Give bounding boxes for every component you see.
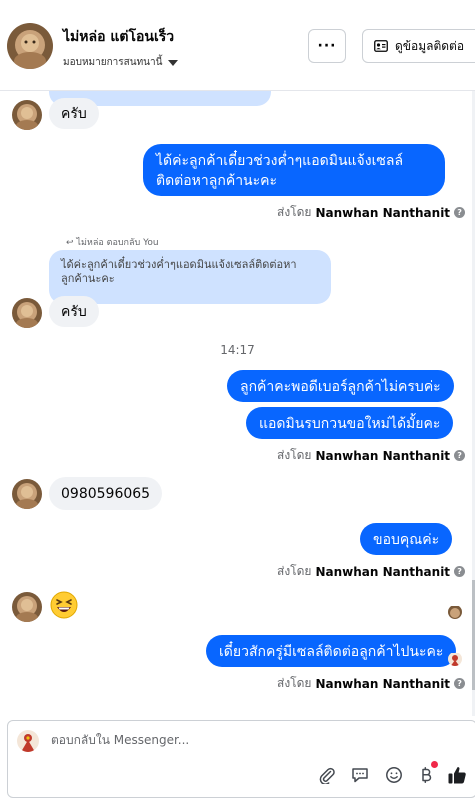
- sent-by-prefix: ส่งโดย: [277, 448, 312, 462]
- reply-indicator: ↩ ไม่หล่อ ตอบกลับ You: [66, 235, 159, 249]
- info-icon[interactable]: ?: [454, 450, 466, 461]
- quoted-message[interactable]: ได้ค่ะลูกค้าเดี๋ยวช่วงค่ำๆแอดมินแจ้งเซลล…: [49, 250, 331, 304]
- caret-down-icon: [168, 59, 179, 66]
- incoming-message[interactable]: 0980596065: [49, 477, 163, 510]
- incoming-message[interactable]: ครับ: [49, 98, 99, 129]
- sender-avatar[interactable]: [12, 592, 42, 622]
- sent-by-prefix: ส่งโดย: [277, 564, 312, 578]
- info-icon[interactable]: ?: [454, 207, 466, 218]
- sender-avatar[interactable]: [12, 479, 42, 509]
- read-receipt-avatar: [448, 605, 462, 619]
- sent-by-label: ส่งโดย Nanwhan Nanthanit ?: [277, 674, 466, 693]
- assign-label: มอบหมายการสนทนานี้: [63, 57, 163, 68]
- chat-bubble-icon[interactable]: [350, 765, 370, 785]
- assign-conversation-dropdown[interactable]: มอบหมายการสนทนานี้: [63, 55, 179, 70]
- outgoing-message[interactable]: ขอบคุณค่ะ: [360, 523, 453, 555]
- thumbs-up-icon[interactable]: [447, 765, 467, 785]
- baht-icon[interactable]: [416, 765, 436, 785]
- sender-avatar[interactable]: [12, 100, 42, 130]
- view-contact-info-button[interactable]: ดูข้อมูลติดต่อ: [362, 29, 475, 63]
- reply-composer: [7, 720, 475, 798]
- timestamp: 14:17: [220, 343, 255, 357]
- sent-by-label: ส่งโดย Nanwhan Nanthanit ?: [277, 203, 466, 222]
- sent-by-name: Nanwhan Nanthanit: [315, 676, 451, 691]
- reply-meta-text: ไม่หล่อ ตอบกลับ You: [76, 238, 159, 248]
- sent-by-label: ส่งโดย Nanwhan Nanthanit ?: [277, 446, 466, 465]
- outgoing-message[interactable]: ลูกค้าคะพอดีเบอร์ลูกค้าไม่ครบค่ะ: [227, 370, 454, 402]
- page-avatar: [17, 730, 39, 752]
- contact-card-icon: [374, 40, 388, 52]
- paperclip-icon[interactable]: [317, 765, 337, 785]
- more-options-button[interactable]: ···: [308, 29, 346, 63]
- reply-arrow-icon: ↩: [66, 238, 74, 248]
- outgoing-message[interactable]: เดี๋ยวสักครู่มีเซลล์ติดต่อลูกค้าไปนะคะ: [206, 635, 457, 667]
- sent-by-prefix: ส่งโดย: [277, 676, 312, 690]
- sender-avatar[interactable]: [12, 298, 42, 328]
- contact-name[interactable]: ไม่หล่อ แต่โอนเร็ว: [63, 26, 174, 48]
- sent-by-prefix: ส่งโดย: [277, 205, 312, 219]
- conversation-header: ไม่หล่อ แต่โอนเร็ว มอบหมายการสนทนานี้ ··…: [0, 0, 475, 91]
- notification-dot: [431, 761, 438, 768]
- outgoing-message[interactable]: แอดมินรบกวนขอใหม่ได้มั้ยคะ: [246, 407, 454, 439]
- message-input[interactable]: [51, 733, 451, 747]
- sent-by-name: Nanwhan Nanthanit: [315, 448, 451, 463]
- smiley-icon[interactable]: [384, 765, 404, 785]
- info-icon[interactable]: ?: [454, 566, 466, 577]
- sent-by-label: ส่งโดย Nanwhan Nanthanit ?: [277, 562, 466, 581]
- sent-by-name: Nanwhan Nanthanit: [315, 205, 451, 220]
- contact-avatar[interactable]: [7, 23, 53, 69]
- sent-by-name: Nanwhan Nanthanit: [315, 564, 451, 579]
- laughing-emoji-message[interactable]: [49, 590, 79, 620]
- info-icon[interactable]: ?: [454, 678, 466, 689]
- read-receipt-avatar: [448, 652, 462, 666]
- contact-info-label: ดูข้อมูลติดต่อ: [395, 38, 465, 53]
- incoming-message[interactable]: ครับ: [49, 296, 99, 327]
- outgoing-message[interactable]: ได้ค่ะลูกค้าเดี๋ยวช่วงค่ำๆแอดมินแจ้งเซลล…: [143, 144, 445, 196]
